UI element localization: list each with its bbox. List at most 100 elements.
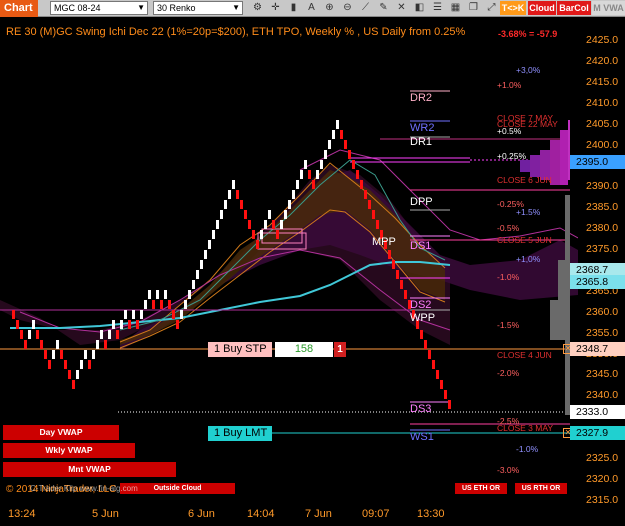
color-icon[interactable]: ◧ xyxy=(412,1,427,15)
renko-brick xyxy=(88,360,91,369)
bar-type-select[interactable]: 30 Renko ▼ xyxy=(153,1,243,15)
drawing-icon[interactable]: ⟋ xyxy=(358,1,373,15)
renko-brick xyxy=(20,330,23,339)
time-label: 13:30 xyxy=(417,508,445,520)
level-mpp: MPP xyxy=(372,236,396,248)
renko-brick xyxy=(296,180,299,189)
mvwa-button[interactable]: M VWA xyxy=(592,1,625,15)
renko-brick xyxy=(32,320,35,329)
renko-brick xyxy=(328,140,331,149)
pct-label: +3,0% xyxy=(516,65,541,75)
renko-brick xyxy=(68,370,71,379)
renko-brick xyxy=(152,300,155,309)
bar-icon[interactable]: ▮ xyxy=(286,1,301,15)
text-icon[interactable]: A xyxy=(304,1,319,15)
price-tick: 2360.0 xyxy=(586,305,619,318)
price-tick: 2400.0 xyxy=(586,138,619,151)
renko-brick xyxy=(76,370,79,379)
price-tag: 2395.0 xyxy=(570,155,625,169)
level-wpp: WPP xyxy=(410,312,436,324)
renko-brick xyxy=(204,250,207,259)
zoom-out-icon[interactable]: ⊖ xyxy=(340,1,355,15)
grid-icon[interactable]: ▦ xyxy=(448,1,463,15)
time-label: 09:07 xyxy=(362,508,390,520)
us-rth-or-label: US RTH OR xyxy=(515,483,567,494)
symbol-value: MGC 08-24 xyxy=(54,3,101,13)
renko-brick xyxy=(192,280,195,289)
day-vwap-label: Day VWAP xyxy=(3,425,119,440)
price-tick: 2410.0 xyxy=(586,96,619,109)
price-tick: 2375.0 xyxy=(586,243,619,255)
level-ds1: DS1 xyxy=(410,240,432,252)
renko-brick xyxy=(312,180,315,189)
renko-brick xyxy=(448,400,451,409)
renko-brick xyxy=(288,200,291,209)
level-ds3: DS3 xyxy=(410,403,432,415)
renko-brick xyxy=(240,200,243,209)
renko-brick xyxy=(44,350,47,359)
renko-brick xyxy=(300,170,303,179)
renko-brick xyxy=(40,340,43,349)
renko-brick xyxy=(228,190,231,199)
renko-brick xyxy=(400,280,403,289)
price-tick: 2340.0 xyxy=(586,389,619,402)
settings-icon[interactable]: ⚙ xyxy=(250,1,265,15)
bar-type-value: 30 Renko xyxy=(157,3,196,13)
renko-brick xyxy=(112,320,115,329)
renko-brick xyxy=(320,160,323,169)
chart-tab[interactable]: Chart xyxy=(0,0,38,17)
barcol-button[interactable]: BarCol xyxy=(557,1,591,15)
renko-brick xyxy=(92,350,95,359)
buy-limit-order[interactable]: 1 Buy LMT xyxy=(208,426,272,441)
pct-label: -2.0% xyxy=(497,368,520,378)
chevron-down-icon: ▼ xyxy=(232,3,240,12)
price-tick: 2425.0 xyxy=(586,34,619,46)
renko-brick xyxy=(368,200,371,209)
tk-button[interactable]: T<>K xyxy=(500,1,526,15)
renko-brick xyxy=(160,300,163,309)
renko-brick xyxy=(428,350,431,359)
cross-icon[interactable]: ✕ xyxy=(394,1,409,15)
renko-brick xyxy=(232,180,235,189)
renko-brick xyxy=(444,390,447,399)
crosshair-icon[interactable]: ✛ xyxy=(268,1,283,15)
renko-brick xyxy=(216,220,219,229)
price-tick: 2405.0 xyxy=(586,117,619,130)
renko-brick xyxy=(364,190,367,199)
renko-brick xyxy=(352,160,355,169)
buy-stop-order[interactable]: 1 Buy STP xyxy=(208,342,272,357)
renko-brick xyxy=(180,310,183,319)
renko-brick xyxy=(224,200,227,209)
price-tick: 2325.0 xyxy=(586,452,619,464)
cloud-button[interactable]: Cloud xyxy=(528,1,556,15)
list-icon[interactable]: ☰ xyxy=(430,1,445,15)
renko-brick xyxy=(60,350,63,359)
renko-brick xyxy=(108,330,111,339)
renko-brick xyxy=(196,270,199,279)
layers-icon[interactable]: ❐ xyxy=(466,1,481,15)
time-label: 6 Jun xyxy=(188,508,215,520)
cancel-order-button[interactable]: 1 xyxy=(334,342,346,357)
pencil-icon[interactable]: ✎ xyxy=(376,1,391,15)
renko-brick xyxy=(200,260,203,269)
renko-brick xyxy=(144,300,147,309)
order-quantity[interactable]: 158 xyxy=(275,342,333,357)
time-label: 5 Jun xyxy=(92,508,119,520)
renko-brick xyxy=(156,290,159,299)
renko-brick xyxy=(236,190,239,199)
close-label: CLOSE 6 JUN xyxy=(497,175,552,185)
symbol-select[interactable]: MGC 08-24 ▼ xyxy=(50,1,148,15)
renko-brick xyxy=(104,340,107,349)
pct-label: -1.0% xyxy=(497,272,520,282)
renko-brick xyxy=(128,320,131,329)
renko-brick xyxy=(396,270,399,279)
close-label: CLOSE 22 MAY xyxy=(497,119,558,129)
renko-brick xyxy=(184,300,187,309)
zoom-in-icon[interactable]: ⊕ xyxy=(322,1,337,15)
price-tick: 2345.0 xyxy=(586,368,619,381)
renko-brick xyxy=(260,230,263,239)
expand-icon[interactable]: ⤢ xyxy=(484,1,499,15)
renko-brick xyxy=(324,150,327,159)
renko-brick xyxy=(284,210,287,219)
level-dr1: DR1 xyxy=(410,136,433,148)
